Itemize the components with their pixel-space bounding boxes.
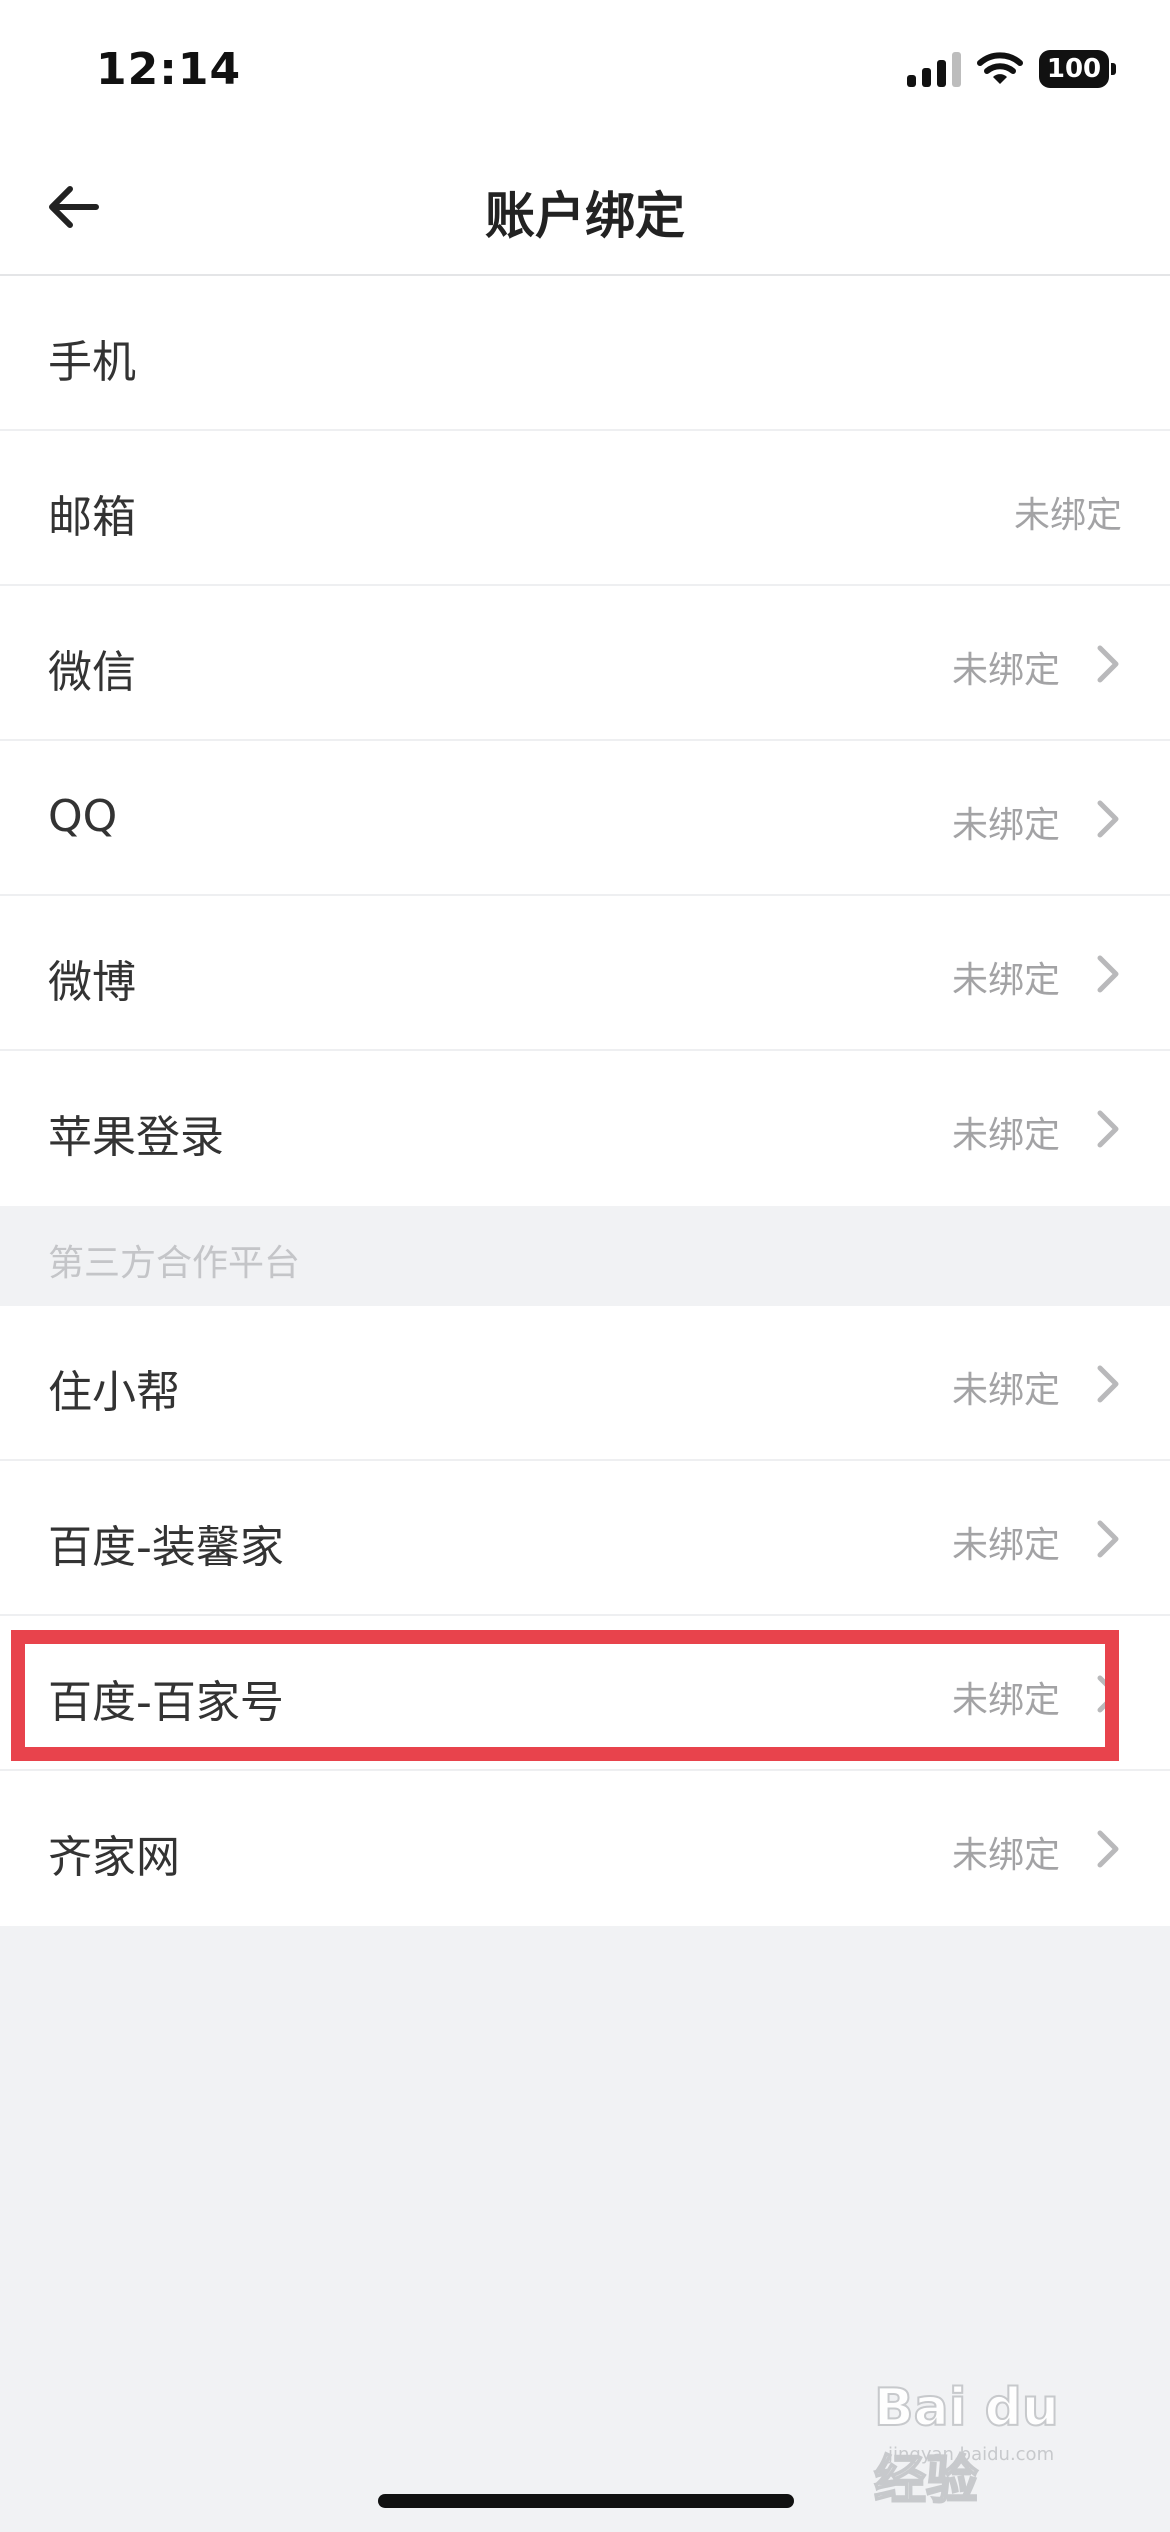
- bind-status: 未绑定: [951, 1115, 1060, 1156]
- bind-status: 未绑定: [951, 1525, 1060, 1566]
- section-header: 第三方合作平台: [0, 1210, 1170, 1306]
- account-row-weibo[interactable]: 微博 未绑定: [0, 896, 1170, 1051]
- third-party-list: 住小帮 未绑定 百度-装馨家 未绑定 百度-百家号 未绑定 齐家网 未绑定: [0, 1306, 1170, 1926]
- row-label: 微博: [48, 957, 136, 1008]
- chevron-right-icon: [1097, 1520, 1119, 1558]
- account-row-zhuxiaobang[interactable]: 住小帮 未绑定: [0, 1306, 1170, 1461]
- watermark-url: jingyan.baidu.com: [888, 2444, 1055, 2465]
- chevron-right-icon: [1097, 1110, 1119, 1148]
- row-label: 手机: [48, 337, 136, 388]
- account-row-wechat[interactable]: 微信 未绑定: [0, 586, 1170, 741]
- chevron-right-icon: [1097, 955, 1119, 993]
- bind-status: 未绑定: [951, 960, 1060, 1001]
- row-label: 齐家网: [48, 1832, 180, 1883]
- status-time: 12:14: [96, 44, 242, 95]
- row-label: QQ: [48, 791, 118, 842]
- bind-status: 未绑定: [951, 805, 1060, 846]
- row-label: 邮箱: [48, 492, 136, 543]
- chevron-right-icon: [1097, 645, 1119, 683]
- section-label: 第三方合作平台: [48, 1243, 301, 1284]
- battery-level: 100: [1039, 50, 1109, 88]
- bind-status: 未绑定: [951, 1370, 1060, 1411]
- status-bar: 12:14 100: [0, 0, 1170, 140]
- nav-bar: 账户绑定: [0, 140, 1170, 276]
- status-icons: 100: [907, 50, 1116, 88]
- account-row-baidu-baijiahao[interactable]: 百度-百家号 未绑定: [0, 1616, 1170, 1771]
- cellular-signal-icon: [907, 51, 961, 87]
- account-row-qq[interactable]: QQ 未绑定: [0, 741, 1170, 896]
- account-row-phone[interactable]: 手机: [0, 276, 1170, 431]
- battery-icon: 100: [1039, 50, 1116, 88]
- row-label: 微信: [48, 647, 136, 698]
- chevron-right-icon: [1097, 800, 1119, 838]
- row-label: 苹果登录: [48, 1112, 224, 1163]
- chevron-right-icon: [1097, 1365, 1119, 1403]
- account-list: 手机 邮箱 未绑定 微信 未绑定 QQ 未绑定 微博 未绑定 苹果登录 未绑定: [0, 276, 1170, 1206]
- wifi-icon: [977, 52, 1023, 84]
- account-row-qijiawang[interactable]: 齐家网 未绑定: [0, 1771, 1170, 1926]
- chevron-right-icon: [1097, 1830, 1119, 1868]
- row-label: 住小帮: [48, 1367, 180, 1418]
- page-title: 账户绑定: [485, 187, 685, 245]
- chevron-right-icon: [1097, 1675, 1119, 1713]
- bind-status: 未绑定: [951, 1680, 1060, 1721]
- account-row-apple[interactable]: 苹果登录 未绑定: [0, 1051, 1170, 1206]
- bind-status: 未绑定: [951, 1835, 1060, 1876]
- bind-status: 未绑定: [1013, 495, 1122, 536]
- account-row-email[interactable]: 邮箱 未绑定: [0, 431, 1170, 586]
- home-indicator[interactable]: [378, 2494, 794, 2508]
- row-label: 百度-百家号: [48, 1677, 284, 1728]
- account-row-baidu-zhuangxinjia[interactable]: 百度-装馨家 未绑定: [0, 1461, 1170, 1616]
- row-label: 百度-装馨家: [48, 1522, 284, 1573]
- bind-status: 未绑定: [951, 650, 1060, 691]
- baidu-watermark: Bai du 经验 jingyan.baidu.com: [860, 2348, 1110, 2512]
